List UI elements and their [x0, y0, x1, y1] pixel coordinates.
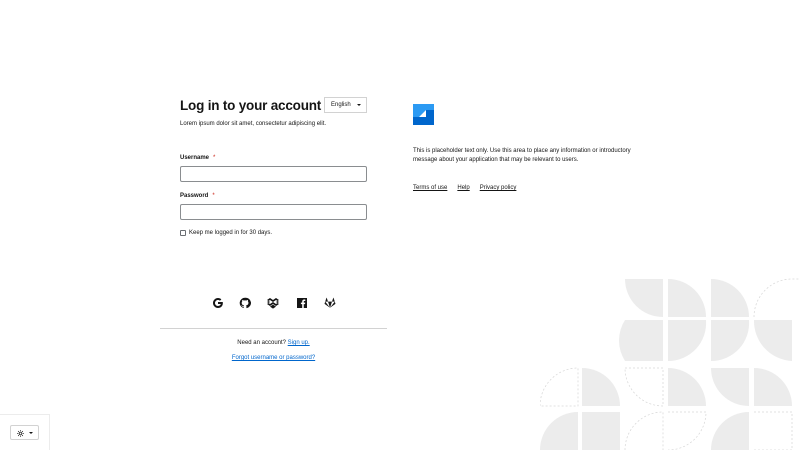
divider — [160, 328, 387, 329]
signup-link[interactable]: Sign up. — [288, 340, 310, 346]
help-link[interactable]: Help — [457, 185, 469, 191]
forgot-credentials-link[interactable]: Forgot username or password? — [232, 355, 315, 361]
remember-me-row: Keep me logged in for 30 days. — [180, 230, 272, 236]
info-text: This is placeholder text only. Use this … — [413, 148, 631, 163]
dropbox-icon[interactable] — [267, 297, 279, 309]
caret-down-icon — [29, 431, 33, 434]
brand-logo — [413, 104, 434, 125]
remember-me-label[interactable]: Keep me logged in for 30 days. — [189, 230, 272, 236]
language-select-value: English — [331, 102, 351, 108]
sun-icon — [17, 424, 24, 442]
language-select[interactable]: English — [324, 97, 367, 113]
username-label-text: Username — [180, 155, 210, 161]
signup-prompt: Need an account? — [237, 340, 286, 346]
password-label: Password * — [180, 193, 215, 199]
facebook-icon[interactable] — [296, 297, 308, 309]
required-indicator: * — [213, 155, 216, 161]
privacy-policy-link[interactable]: Privacy policy — [480, 185, 517, 191]
page-title: Log in to your account — [180, 97, 322, 113]
background-pattern — [540, 275, 800, 450]
gitlab-icon[interactable] — [324, 297, 336, 309]
password-label-text: Password — [180, 193, 209, 199]
page-subtitle: Lorem ipsum dolor sit amet, consectetur … — [180, 121, 327, 127]
google-icon[interactable] — [212, 297, 224, 309]
theme-toggle[interactable] — [10, 425, 39, 440]
forgot-row: Forgot username or password? — [160, 355, 387, 361]
required-indicator: * — [212, 193, 215, 199]
username-input[interactable] — [180, 166, 367, 182]
login-header: Log in to your account English — [180, 96, 367, 114]
username-label: Username * — [180, 155, 215, 161]
remember-me-checkbox[interactable] — [180, 230, 186, 236]
github-icon[interactable] — [239, 297, 251, 309]
social-login-list — [207, 297, 337, 311]
footer-links: Terms of use Help Privacy policy — [413, 185, 526, 191]
terms-of-use-link[interactable]: Terms of use — [413, 185, 447, 191]
login-panel: Log in to your account English Lorem ips… — [180, 96, 367, 127]
password-input[interactable] — [180, 204, 367, 220]
caret-down-icon — [357, 104, 361, 106]
signup-row: Need an account? Sign up. — [160, 340, 387, 346]
